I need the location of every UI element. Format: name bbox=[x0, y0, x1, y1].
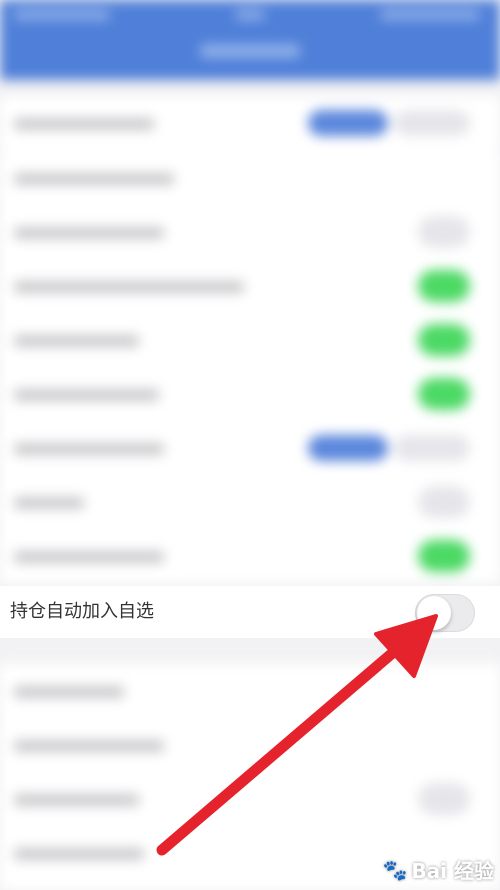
auto-add-holdings-toggle[interactable] bbox=[415, 594, 475, 632]
settings-row[interactable] bbox=[0, 772, 500, 826]
paw-icon: 🐾 bbox=[382, 857, 408, 882]
auto-add-holdings-label: 持仓自动加入自选 bbox=[10, 601, 154, 622]
settings-row[interactable] bbox=[0, 664, 500, 718]
settings-row[interactable] bbox=[0, 475, 500, 529]
settings-row[interactable] bbox=[0, 718, 500, 772]
settings-row[interactable] bbox=[0, 367, 500, 421]
settings-row[interactable] bbox=[0, 421, 500, 475]
settings-row[interactable] bbox=[0, 529, 500, 583]
app-header bbox=[0, 0, 500, 80]
watermark-text: Bai 经验 bbox=[411, 859, 494, 883]
header-title-placeholder bbox=[200, 44, 300, 58]
settings-row[interactable] bbox=[0, 205, 500, 259]
blurred-settings-background bbox=[0, 0, 500, 890]
baidu-jingyan-watermark: 🐾 Bai 经验 bbox=[383, 855, 494, 884]
settings-row[interactable] bbox=[0, 151, 500, 205]
settings-row[interactable] bbox=[0, 96, 500, 150]
status-bar-left bbox=[14, 10, 110, 20]
status-bar-right bbox=[380, 10, 480, 20]
settings-row[interactable] bbox=[0, 313, 500, 367]
section-gap bbox=[0, 638, 500, 664]
status-bar-center bbox=[235, 10, 265, 20]
settings-row[interactable] bbox=[0, 259, 500, 313]
toggle-knob bbox=[417, 596, 451, 630]
